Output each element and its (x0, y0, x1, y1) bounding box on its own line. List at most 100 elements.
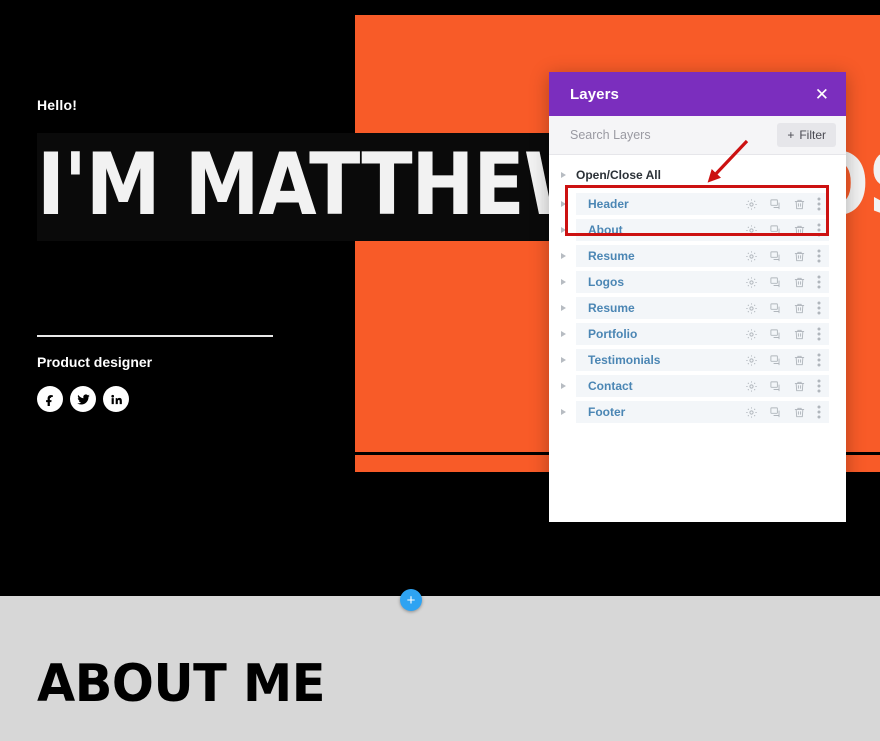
layer-item-about[interactable]: About (576, 219, 829, 241)
layer-row-actions (745, 223, 821, 237)
layer-item-logos[interactable]: Logos (576, 271, 829, 293)
settings-gear-icon[interactable] (745, 224, 758, 237)
layer-item-resume[interactable]: Resume (576, 245, 829, 267)
plus-icon: + (787, 128, 795, 142)
trash-icon[interactable] (793, 198, 806, 211)
open-close-all-label: Open/Close All (576, 168, 661, 182)
layer-row-actions (745, 353, 821, 367)
hero-role-text: Product designer (37, 354, 153, 370)
layer-item-label: Resume (588, 301, 635, 315)
filter-button[interactable]: + Filter (777, 123, 836, 147)
trash-icon[interactable] (793, 406, 806, 419)
layer-row-actions (745, 327, 821, 341)
hero-greeting: Hello! (37, 97, 78, 113)
chevron-right-icon[interactable] (559, 279, 568, 285)
layers-list: Header About Resume Logos Resume Portfolio Tes… (549, 193, 846, 423)
layers-panel-title: Layers (570, 85, 619, 103)
layers-panel: Layers ✕ + Filter Open/Close All Header A… (549, 72, 846, 522)
chevron-right-icon[interactable] (559, 357, 568, 363)
layer-row: Logos (549, 271, 846, 293)
chevron-right-icon[interactable] (559, 331, 568, 337)
duplicate-icon[interactable] (769, 198, 782, 211)
settings-gear-icon[interactable] (745, 354, 758, 367)
layer-row-actions (745, 197, 821, 211)
trash-icon[interactable] (793, 302, 806, 315)
twitter-icon[interactable] (70, 386, 96, 412)
layer-row-actions (745, 301, 821, 315)
hero-divider (37, 335, 273, 337)
open-close-all-row[interactable]: Open/Close All (549, 164, 846, 186)
duplicate-icon[interactable] (769, 380, 782, 393)
linkedin-icon[interactable] (103, 386, 129, 412)
layer-item-contact[interactable]: Contact (576, 375, 829, 397)
filter-button-label: Filter (799, 128, 826, 142)
layer-item-resume[interactable]: Resume (576, 297, 829, 319)
layer-row: Header (549, 193, 846, 215)
layers-search-bar: + Filter (549, 116, 846, 155)
duplicate-icon[interactable] (769, 276, 782, 289)
trash-icon[interactable] (793, 276, 806, 289)
settings-gear-icon[interactable] (745, 198, 758, 211)
more-options-icon[interactable] (817, 327, 821, 341)
layer-item-portfolio[interactable]: Portfolio (576, 323, 829, 345)
layer-item-header[interactable]: Header (576, 193, 829, 215)
layer-item-label: Contact (588, 379, 633, 393)
duplicate-icon[interactable] (769, 302, 782, 315)
settings-gear-icon[interactable] (745, 250, 758, 263)
layer-row: Resume (549, 245, 846, 267)
more-options-icon[interactable] (817, 301, 821, 315)
layers-panel-header: Layers ✕ (549, 72, 846, 116)
search-input[interactable] (570, 128, 750, 142)
layer-row: Footer (549, 401, 846, 423)
close-icon[interactable]: ✕ (815, 86, 829, 103)
more-options-icon[interactable] (817, 249, 821, 263)
layer-item-label: Footer (588, 405, 626, 419)
more-options-icon[interactable] (817, 275, 821, 289)
plus-icon: + (406, 591, 416, 609)
more-options-icon[interactable] (817, 197, 821, 211)
chevron-right-icon[interactable] (559, 227, 568, 233)
settings-gear-icon[interactable] (745, 302, 758, 315)
chevron-right-icon[interactable] (559, 253, 568, 259)
settings-gear-icon[interactable] (745, 276, 758, 289)
add-section-button[interactable]: + (400, 589, 422, 611)
duplicate-icon[interactable] (769, 250, 782, 263)
trash-icon[interactable] (793, 328, 806, 341)
trash-icon[interactable] (793, 224, 806, 237)
chevron-right-icon[interactable] (559, 409, 568, 415)
settings-gear-icon[interactable] (745, 406, 758, 419)
trash-icon[interactable] (793, 354, 806, 367)
facebook-icon[interactable] (37, 386, 63, 412)
about-section: ABOUT ME (0, 596, 880, 741)
layers-list-body: Open/Close All Header About Resume Logos Res… (549, 155, 846, 522)
duplicate-icon[interactable] (769, 224, 782, 237)
layer-item-testimonials[interactable]: Testimonials (576, 349, 829, 371)
chevron-right-icon[interactable] (559, 383, 568, 389)
layer-item-label: Resume (588, 249, 635, 263)
layer-row-actions (745, 405, 821, 419)
layer-item-label: Testimonials (588, 353, 661, 367)
duplicate-icon[interactable] (769, 406, 782, 419)
layer-row-actions (745, 379, 821, 393)
more-options-icon[interactable] (817, 405, 821, 419)
more-options-icon[interactable] (817, 379, 821, 393)
chevron-right-icon (559, 172, 568, 178)
layer-row-actions (745, 249, 821, 263)
layer-row: Resume (549, 297, 846, 319)
about-section-title: ABOUT ME (37, 654, 325, 714)
layer-item-label: Header (588, 197, 629, 211)
settings-gear-icon[interactable] (745, 328, 758, 341)
chevron-right-icon[interactable] (559, 201, 568, 207)
more-options-icon[interactable] (817, 353, 821, 367)
duplicate-icon[interactable] (769, 354, 782, 367)
trash-icon[interactable] (793, 250, 806, 263)
settings-gear-icon[interactable] (745, 380, 758, 393)
duplicate-icon[interactable] (769, 328, 782, 341)
trash-icon[interactable] (793, 380, 806, 393)
more-options-icon[interactable] (817, 223, 821, 237)
layer-item-footer[interactable]: Footer (576, 401, 829, 423)
layer-row: Portfolio (549, 323, 846, 345)
chevron-right-icon[interactable] (559, 305, 568, 311)
layer-row-actions (745, 275, 821, 289)
layer-row: Testimonials (549, 349, 846, 371)
